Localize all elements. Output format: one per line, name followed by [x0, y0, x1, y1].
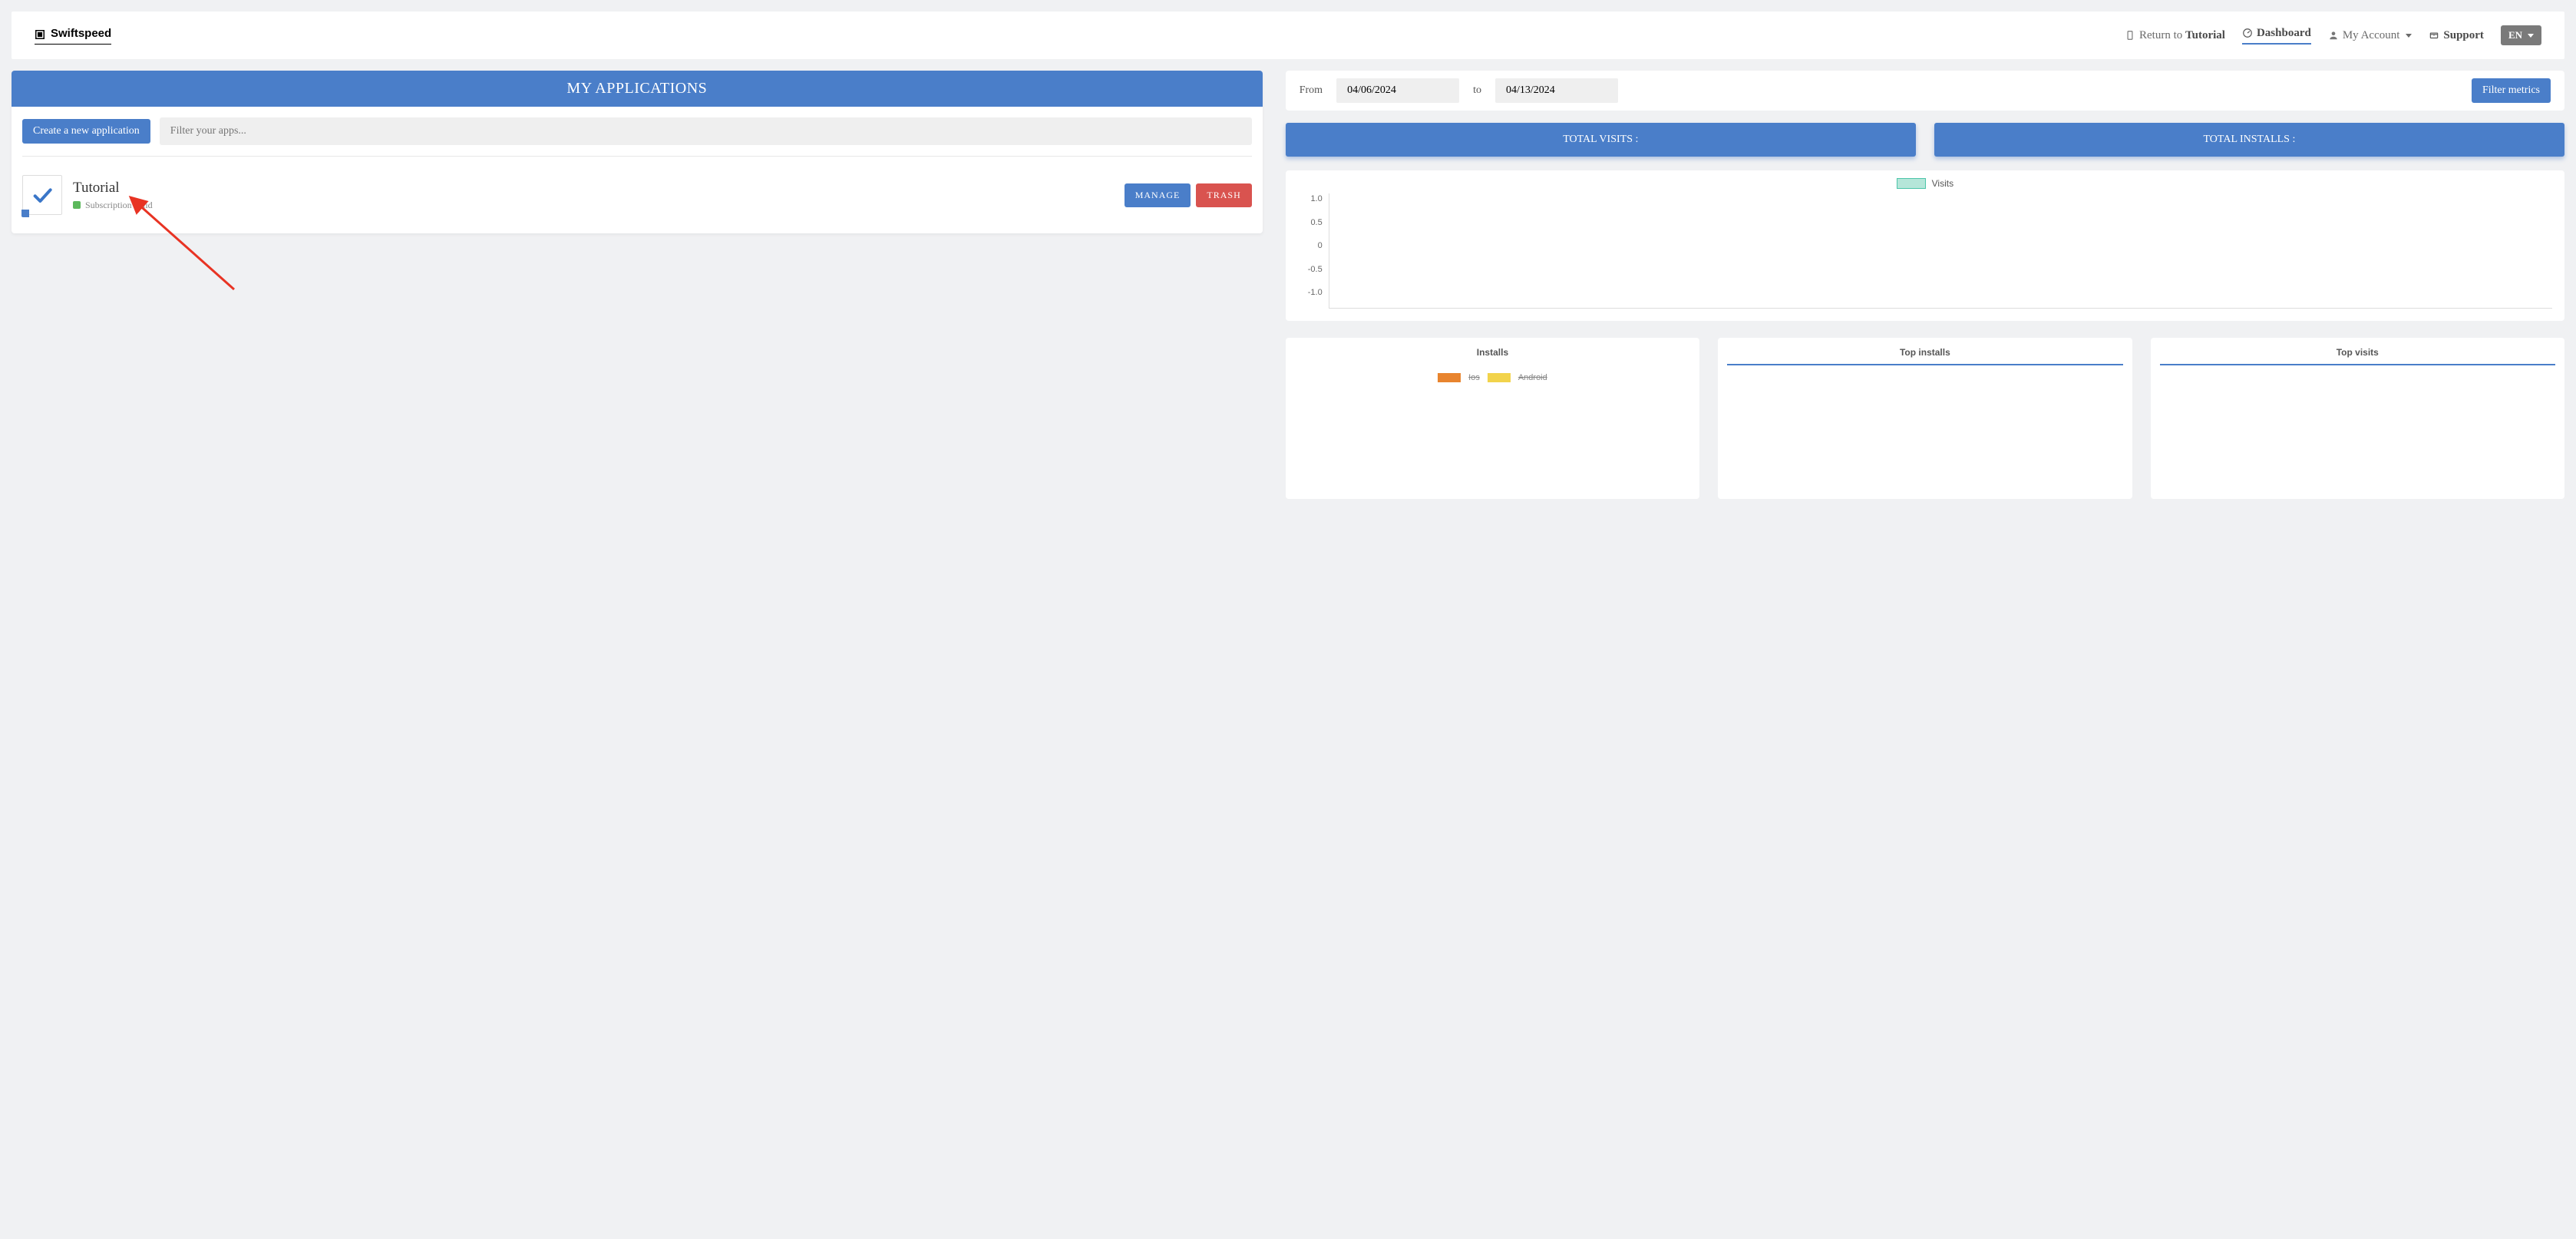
legend-label: Visits	[1932, 178, 1953, 189]
total-visits-card: TOTAL VISITS :	[1286, 123, 1916, 157]
y-tick: 0	[1298, 240, 1329, 262]
chevron-down-icon	[2406, 34, 2412, 38]
y-tick: 0.5	[1298, 217, 1329, 239]
nav-account[interactable]: My Account	[2328, 29, 2413, 42]
manage-button[interactable]: MANAGE	[1125, 183, 1191, 207]
android-label[interactable]: Android	[1518, 373, 1547, 382]
nav-menu: Return to Tutorial Dashboard My Account …	[2125, 25, 2541, 45]
top-installs-card: Top installs	[1718, 338, 2132, 499]
y-tick: -1.0	[1298, 287, 1329, 309]
y-axis: 1.0 0.5 0 -0.5 -1.0	[1298, 193, 1329, 309]
date-filter-panel: From to Filter metrics	[1286, 71, 2564, 111]
app-name: Tutorial	[73, 180, 1114, 197]
filter-metrics-button[interactable]: Filter metrics	[2472, 78, 2551, 103]
to-date-input[interactable]	[1495, 78, 1618, 103]
total-installs-card: TOTAL INSTALLS :	[1934, 123, 2564, 157]
top-visits-title: Top visits	[2160, 347, 2555, 365]
from-label: From	[1300, 84, 1323, 97]
y-tick: 1.0	[1298, 193, 1329, 215]
nav-account-label: My Account	[2343, 29, 2400, 42]
top-visits-card: Top visits	[2151, 338, 2564, 499]
chart-plot-area	[1329, 193, 2552, 309]
y-tick: -0.5	[1298, 264, 1329, 286]
my-applications-panel: MY APPLICATIONS Create a new application…	[12, 71, 1263, 233]
top-installs-title: Top installs	[1727, 347, 2122, 365]
nav-dashboard[interactable]: Dashboard	[2242, 27, 2311, 45]
ios-swatch	[1438, 373, 1461, 382]
swiftspeed-logo-icon	[35, 28, 45, 38]
installs-title: Installs	[1295, 347, 1690, 364]
nav-return-target: Tutorial	[2185, 29, 2225, 41]
trash-button[interactable]: TRASH	[1196, 183, 1251, 207]
nav-dashboard-label: Dashboard	[2257, 27, 2311, 40]
status-indicator	[73, 201, 81, 209]
dashboard-icon	[2242, 28, 2253, 38]
chart-legend[interactable]: Visits	[1298, 178, 2552, 189]
nav-return[interactable]: Return to Tutorial	[2125, 29, 2225, 42]
create-application-button[interactable]: Create a new application	[22, 119, 150, 144]
legend-swatch-visits	[1897, 178, 1926, 189]
app-list-item: Tutorial Subscription valid MANAGE TRASH	[22, 167, 1252, 223]
brand-logo[interactable]: Swiftspeed	[35, 27, 111, 45]
app-status-text: Subscription valid	[85, 200, 153, 211]
installs-card: Installs Ios Android	[1286, 338, 1699, 499]
android-swatch	[1488, 373, 1511, 382]
nav-return-prefix: Return to	[2139, 29, 2185, 41]
top-navbar: Swiftspeed Return to Tutorial Dashboard …	[12, 12, 2564, 59]
chevron-down-icon	[2528, 34, 2534, 38]
user-icon	[2328, 30, 2339, 41]
from-date-input[interactable]	[1336, 78, 1459, 103]
brand-text: Swiftspeed	[51, 27, 111, 40]
to-label: to	[1473, 84, 1481, 97]
ios-label[interactable]: Ios	[1468, 373, 1480, 382]
app-icon	[22, 175, 62, 215]
panel-title: MY APPLICATIONS	[12, 71, 1263, 107]
phone-icon	[2125, 30, 2135, 41]
nav-support[interactable]: Support	[2429, 29, 2484, 42]
language-selector[interactable]: EN	[2501, 25, 2541, 45]
language-label: EN	[2508, 29, 2522, 41]
support-icon	[2429, 30, 2439, 41]
filter-apps-input[interactable]	[160, 117, 1252, 145]
nav-support-label: Support	[2443, 29, 2484, 42]
visits-chart-panel: Visits 1.0 0.5 0 -0.5 -1.0	[1286, 170, 2564, 321]
